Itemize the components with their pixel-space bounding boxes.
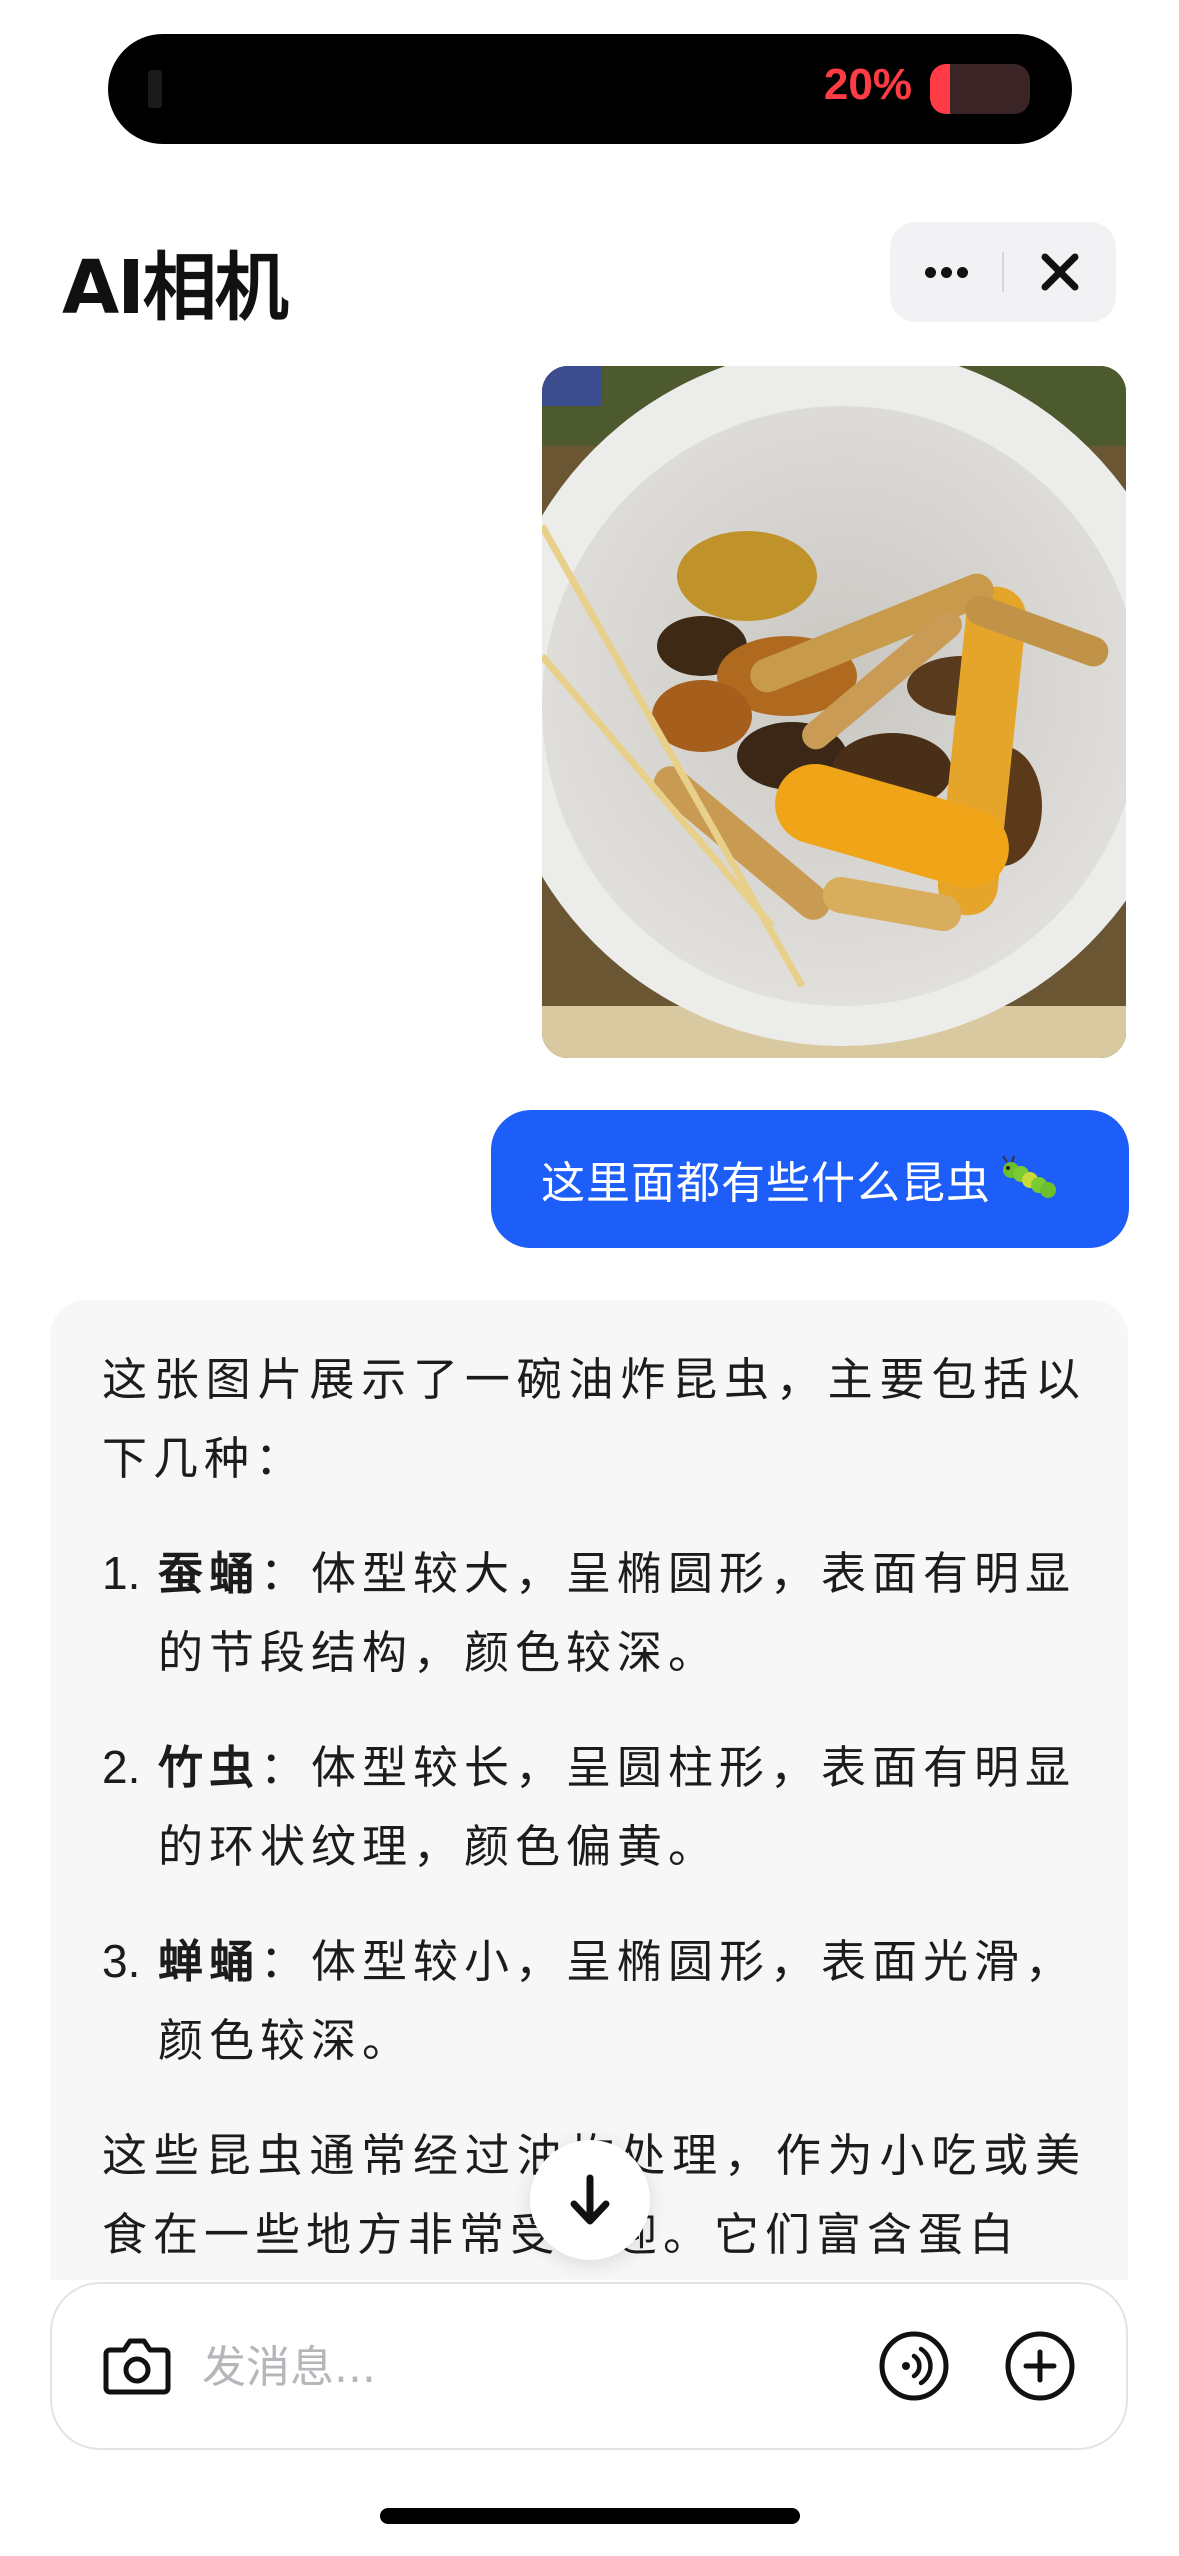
list-item-text: 蚕蛹：体型较大，呈椭圆形，表面有明显的节段结构，颜色较深。	[158, 1534, 1086, 1692]
user-photo[interactable]	[542, 366, 1126, 1058]
list-item: 1. 蚕蛹：体型较大，呈椭圆形，表面有明显的节段结构，颜色较深。	[102, 1534, 1086, 1692]
battery-fill	[930, 64, 950, 114]
more-dot	[941, 267, 952, 278]
list-item-term: 蚕蛹	[158, 1547, 261, 1600]
more-dot	[957, 267, 968, 278]
camera-button[interactable]	[102, 2334, 172, 2398]
message-input[interactable]	[202, 2324, 762, 2410]
list-number: 1.	[102, 1547, 141, 1599]
close-icon	[1041, 253, 1079, 291]
camera-icon	[103, 2338, 171, 2395]
list-item-text: 蝉蛹：体型较小，呈椭圆形，表面光滑，颜色较深。	[158, 1922, 1086, 2080]
photo-fried-insects-bowl	[542, 366, 1126, 1058]
scroll-to-bottom-button[interactable]	[530, 2140, 650, 2260]
voice-call-icon	[879, 2331, 949, 2401]
header-actions	[890, 222, 1116, 322]
list-item-term: 蝉蛹	[158, 1935, 261, 1988]
list-item: 2. 竹虫：体型较长，呈圆柱形，表面有明显的环状纹理，颜色偏黄。	[102, 1728, 1086, 1886]
add-attachment-button[interactable]	[1004, 2330, 1076, 2402]
user-message-bubble[interactable]: 这里面都有些什么昆虫	[491, 1110, 1129, 1248]
ai-response-card: 这张图片展示了一碗油炸昆虫，主要包括以下几种： 1. 蚕蛹：体型较大，呈椭圆形，…	[50, 1300, 1128, 2280]
message-composer	[50, 2282, 1128, 2450]
list-number: 3.	[102, 1935, 141, 1987]
close-button[interactable]	[1003, 222, 1116, 322]
battery-percent: 20%	[823, 60, 912, 109]
ai-response-text: 这张图片展示了一碗油炸昆虫，主要包括以下几种： 1. 蚕蛹：体型较大，呈椭圆形，…	[102, 1340, 1086, 2280]
more-horizontal-icon	[925, 267, 936, 278]
caterpillar-icon	[1002, 1155, 1056, 1198]
plus-circle-icon	[1005, 2331, 1075, 2401]
list-item-text: 竹虫：体型较长，呈圆柱形，表面有明显的环状纹理，颜色偏黄。	[158, 1728, 1086, 1886]
status-bar: 20%	[108, 34, 1072, 144]
home-indicator[interactable]	[380, 2508, 800, 2524]
list-item-description: ：体型较大，呈椭圆形，表面有明显的节段结构，颜色较深。	[158, 1547, 1077, 1679]
list-item-description: ：体型较小，呈椭圆形，表面光滑，颜色较深。	[158, 1935, 1077, 2067]
status-indicator	[148, 70, 162, 108]
list-item-term: 竹虫	[158, 1741, 261, 1794]
list-item: 3. 蝉蛹：体型较小，呈椭圆形，表面光滑，颜色较深。	[102, 1922, 1086, 2080]
ai-intro: 这张图片展示了一碗油炸昆虫，主要包括以下几种：	[102, 1353, 1086, 1485]
more-button[interactable]	[890, 222, 1003, 322]
battery-icon	[930, 64, 1030, 114]
page-title: AI相机	[62, 245, 289, 331]
user-message-text: 这里面都有些什么昆虫	[541, 1158, 991, 1209]
arrow-down-icon	[570, 2174, 610, 2225]
list-item-description: ：体型较长，呈圆柱形，表面有明显的环状纹理，颜色偏黄。	[158, 1741, 1077, 1873]
list-number: 2.	[102, 1741, 141, 1793]
voice-call-button[interactable]	[878, 2330, 950, 2402]
